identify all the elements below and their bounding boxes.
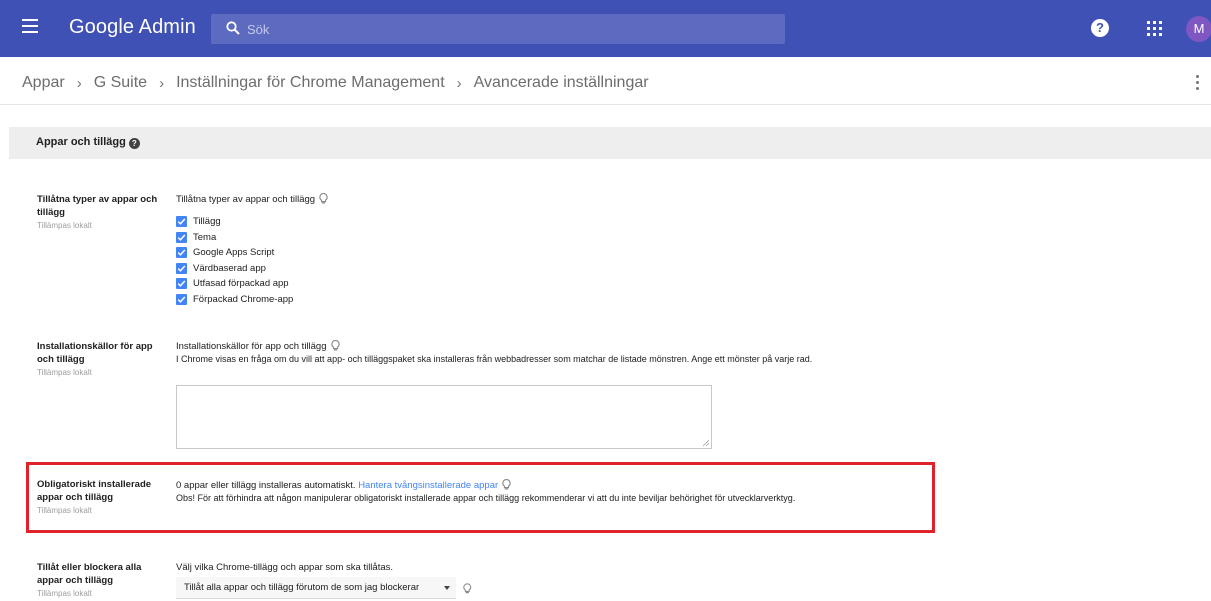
setting-content-title: Tillåtna typer av appar och tillägg xyxy=(176,194,316,205)
setting-content-allowed-types: Tillåtna typer av appar och tillägg Till… xyxy=(176,193,328,307)
setting-content-title: Installationskällor för app och tillägg xyxy=(176,341,327,352)
checkbox-checked-icon[interactable] xyxy=(176,231,187,243)
breadcrumb-item-advanced-settings: Avancerade inställningar xyxy=(473,74,649,91)
setting-scope: Tillämpas lokalt xyxy=(37,506,92,515)
setting-label-install-sources: Installationskällor för app och tillägg … xyxy=(37,340,162,378)
breadcrumb-divider xyxy=(0,104,1211,105)
setting-note: Obs! För att förhindra att någon manipul… xyxy=(176,493,796,503)
breadcrumb-separator: › xyxy=(159,74,165,92)
setting-scope: Tillämpas lokalt xyxy=(37,368,92,377)
setting-label-force-installed: Obligatoriskt installerade appar och til… xyxy=(37,478,162,516)
breadcrumb-separator: › xyxy=(76,74,82,92)
allow-block-select-row: Tillåt alla appar och tillägg förutom de… xyxy=(176,577,472,599)
checkbox-item[interactable]: Värdbaserad app xyxy=(176,261,328,277)
url-patterns-textarea[interactable] xyxy=(176,385,712,449)
allow-block-select[interactable]: Tillåt alla appar och tillägg förutom de… xyxy=(176,577,457,599)
lightbulb-icon[interactable] xyxy=(502,479,511,490)
checkbox-checked-icon[interactable] xyxy=(176,278,187,290)
apps-grid-icon[interactable] xyxy=(1147,21,1162,36)
setting-description: I Chrome visas en fråga om du vill att a… xyxy=(176,354,813,364)
checkbox-item[interactable]: Utfasad förpackad app xyxy=(176,276,328,292)
checkbox-checked-icon[interactable] xyxy=(176,216,187,228)
breadcrumb-item-gsuite[interactable]: G Suite xyxy=(94,74,147,92)
checkbox-checked-icon[interactable] xyxy=(176,247,187,259)
search-icon xyxy=(226,21,240,35)
checkbox-list: Tillägg Tema Google Apps Script Värdbase… xyxy=(176,214,328,307)
breadcrumb: Appar › G Suite › Inställningar för Chro… xyxy=(22,72,649,94)
setting-content-force-installed: 0 appar eller tillägg installeras automa… xyxy=(176,479,795,505)
lightbulb-icon[interactable] xyxy=(330,340,340,351)
checkbox-item[interactable]: Tema xyxy=(176,230,328,246)
breadcrumb-separator: › xyxy=(456,74,462,92)
checkbox-item[interactable]: Tillägg xyxy=(176,214,328,230)
setting-content-install-sources: Installationskällor för app och tillägg … xyxy=(176,340,812,366)
app-title[interactable]: Google Admin xyxy=(69,16,196,39)
setting-title: Tillåt eller blockera alla appar och til… xyxy=(37,562,142,586)
setting-label-allowed-types: Tillåtna typer av appar och tillägg Till… xyxy=(37,193,162,231)
setting-content-title: Välj vilka Chrome-tillägg och appar som … xyxy=(176,562,394,573)
help-circle-icon[interactable]: ? xyxy=(128,138,140,149)
help-icon[interactable]: ? xyxy=(1091,19,1109,37)
section-header: Appar och tillägg? xyxy=(9,127,1211,159)
force-install-count: 0 appar eller tillägg installeras automa… xyxy=(176,480,356,491)
checkbox-item[interactable]: Google Apps Script xyxy=(176,245,328,261)
setting-content-allow-block: Välj vilka Chrome-tillägg och appar som … xyxy=(176,561,472,599)
setting-label-allow-block: Tillåt eller blockera alla appar och til… xyxy=(37,561,162,599)
checkbox-checked-icon[interactable] xyxy=(176,293,187,305)
more-vert-icon[interactable] xyxy=(1196,75,1200,91)
lightbulb-icon[interactable] xyxy=(319,193,328,204)
checkbox-checked-icon[interactable] xyxy=(176,262,187,274)
search-input[interactable] xyxy=(247,14,767,44)
lightbulb-icon[interactable] xyxy=(463,582,472,594)
setting-title: Obligatoriskt installerade appar och til… xyxy=(37,479,152,503)
setting-scope: Tillämpas lokalt xyxy=(37,221,92,230)
top-app-bar: Google Admin ? M xyxy=(0,0,1211,57)
manage-force-installed-link[interactable]: Hantera tvångsinstallerade appar xyxy=(358,480,498,491)
resize-grip-icon[interactable] xyxy=(703,440,709,446)
setting-title: Tillåtna typer av appar och tillägg xyxy=(37,194,158,218)
menu-icon[interactable] xyxy=(22,19,38,37)
breadcrumb-item-chrome-management[interactable]: Inställningar för Chrome Management xyxy=(176,74,445,92)
dropdown-arrow-icon xyxy=(444,586,451,590)
avatar[interactable]: M xyxy=(1186,16,1211,42)
section-title: Appar och tillägg xyxy=(36,136,126,148)
setting-scope: Tillämpas lokalt xyxy=(37,589,92,598)
setting-title: Installationskällor för app och tillägg xyxy=(37,341,153,365)
breadcrumb-item-appar[interactable]: Appar xyxy=(22,74,65,92)
search-bar[interactable] xyxy=(211,14,785,44)
checkbox-item[interactable]: Förpackad Chrome-app xyxy=(176,292,328,308)
